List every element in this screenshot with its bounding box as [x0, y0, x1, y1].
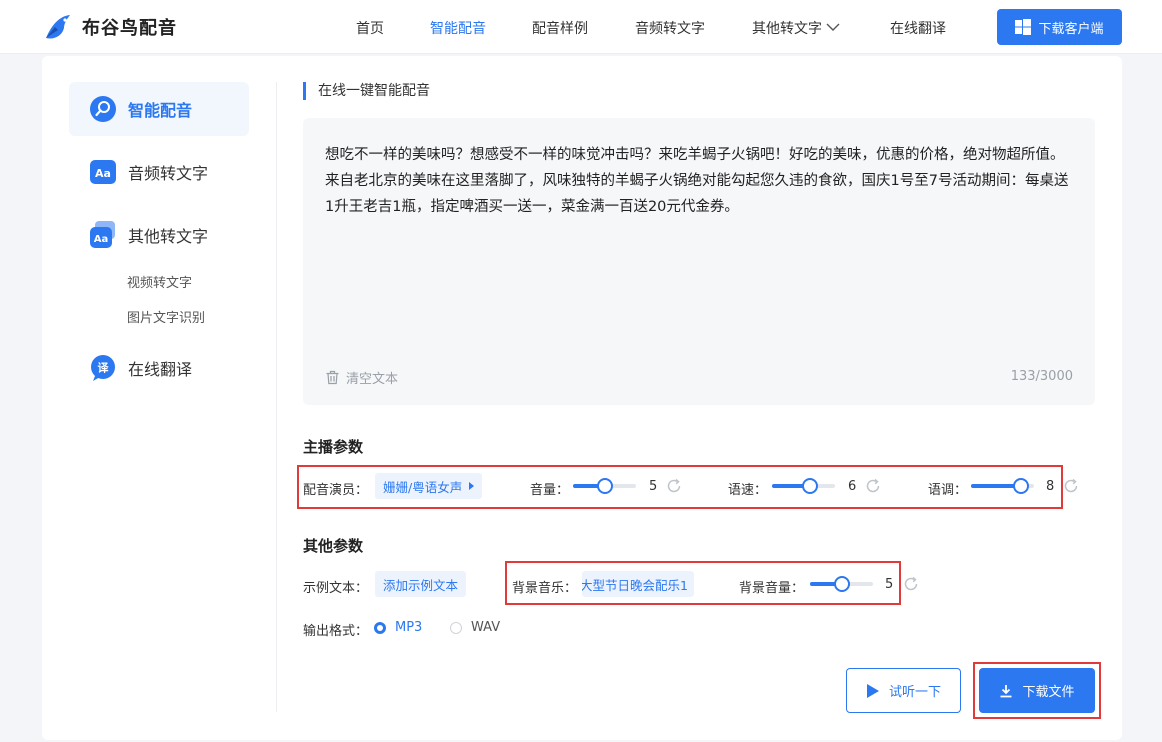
- pitch-label: 语调：: [928, 483, 968, 498]
- sidebar-item-label: 音频转文字: [128, 164, 209, 183]
- svg-text:译: 译: [98, 362, 110, 375]
- bgm-select[interactable]: 大型节日晚会配乐1: [582, 571, 694, 597]
- add-sample-text-label: 添加示例文本: [383, 577, 459, 593]
- nav-home[interactable]: 首页: [356, 18, 384, 38]
- download-client-button[interactable]: 下载客户端: [997, 9, 1122, 45]
- main-card: 智能配音 Aa 音频转文字 Aa 其他转文字 视频转文字 图片文字识别 译 在线…: [42, 56, 1122, 740]
- pitch-slider[interactable]: [971, 478, 1034, 494]
- clear-text-label: 清空文本: [346, 372, 399, 387]
- download-icon: [1000, 684, 1012, 697]
- anchor-params-title: 主播参数: [303, 438, 364, 456]
- speed-value: 6: [848, 479, 857, 494]
- microphone-icon: [90, 96, 116, 122]
- radio-dot: [374, 621, 386, 634]
- sidebar-sub-image-ocr[interactable]: 图片文字识别: [127, 307, 205, 326]
- svg-text:Aa: Aa: [94, 234, 109, 245]
- output-format-label: 输出格式：: [303, 624, 369, 639]
- sidebar-item-other-to-text[interactable]: Aa 其他转文字: [69, 208, 249, 262]
- speed-slider[interactable]: [772, 478, 835, 494]
- download-file-button[interactable]: 下载文件: [979, 668, 1095, 713]
- volume-label: 音量：: [530, 483, 570, 498]
- volume-slider[interactable]: [573, 478, 636, 494]
- nav-other-to-text-label: 其他转文字: [752, 21, 822, 37]
- voice-actor-value: 姗姗/粤语女声: [383, 479, 463, 495]
- sidebar-item-label: 其他转文字: [128, 227, 209, 246]
- format-radio-wav[interactable]: WAV: [450, 620, 500, 635]
- other-params-title: 其他参数: [303, 537, 364, 555]
- section-title: 在线一键智能配音: [303, 82, 430, 100]
- nav-dubbing-samples[interactable]: 配音样例: [532, 18, 588, 38]
- radio-label: WAV: [471, 620, 501, 635]
- nav-other-to-text[interactable]: 其他转文字: [752, 18, 840, 38]
- speed-label: 语速：: [728, 483, 768, 498]
- nav-online-translate[interactable]: 在线翻译: [890, 18, 946, 38]
- bgm-volume-label: 背景音量：: [739, 581, 805, 596]
- reset-icon[interactable]: [1063, 478, 1079, 494]
- svg-text:Aa: Aa: [95, 167, 111, 180]
- sidebar-item-online-translate[interactable]: 译 在线翻译: [69, 341, 249, 395]
- sidebar-sub-video-to-text[interactable]: 视频转文字: [127, 272, 192, 291]
- play-icon: [866, 683, 879, 698]
- download-file-label: 下载文件: [1022, 685, 1075, 700]
- reset-icon[interactable]: [666, 478, 682, 494]
- format-radio-mp3[interactable]: MP3: [374, 620, 422, 635]
- reset-icon[interactable]: [865, 478, 881, 494]
- sidebar-divider: [276, 82, 277, 712]
- cuckoo-bird-icon: [46, 15, 70, 39]
- slider-thumb[interactable]: [801, 478, 818, 494]
- char-count: 133/3000: [1010, 369, 1073, 384]
- bgm-volume-slider[interactable]: [810, 576, 873, 592]
- windows-icon: [1015, 19, 1032, 35]
- bgm-value: 大型节日晚会配乐1: [582, 577, 688, 593]
- preview-label: 试听一下: [888, 685, 941, 700]
- bgm-volume-value: 5: [885, 577, 894, 592]
- translate-bubble-icon: 译: [91, 355, 115, 381]
- add-sample-text-button[interactable]: 添加示例文本: [375, 571, 467, 597]
- voice-actor-select[interactable]: 姗姗/粤语女声: [375, 473, 483, 499]
- brand-name: 布谷鸟配音: [82, 18, 177, 39]
- caret-right-icon: [469, 482, 475, 490]
- nav-audio-to-text[interactable]: 音频转文字: [635, 18, 705, 38]
- editor-text[interactable]: 想吃不一样的美味吗？想感受不一样的味觉冲击吗？来吃羊蝎子火锅吧！好吃的美味，优惠…: [325, 142, 1075, 220]
- download-client-label: 下载客户端: [1038, 20, 1104, 36]
- radio-dot: [450, 621, 462, 634]
- radio-label: MP3: [395, 620, 423, 635]
- slider-thumb[interactable]: [596, 478, 613, 494]
- sidebar-item-smart-dubbing[interactable]: 智能配音: [69, 82, 249, 136]
- brand-logo[interactable]: 布谷鸟配音: [42, 12, 177, 42]
- voice-actor-label: 配音演员：: [303, 483, 369, 498]
- bgm-label: 背景音乐：: [512, 581, 578, 596]
- text-aa-icon: Aa: [90, 160, 116, 184]
- pitch-value: 8: [1046, 479, 1055, 494]
- preview-button[interactable]: 试听一下: [846, 668, 961, 713]
- slider-thumb[interactable]: [833, 576, 850, 592]
- sidebar-item-audio-to-text[interactable]: Aa 音频转文字: [69, 145, 249, 199]
- volume-value: 5: [649, 479, 658, 494]
- top-nav: 布谷鸟配音 首页 智能配音 配音样例 音频转文字 其他转文字 在线翻译 下载客户…: [0, 0, 1162, 54]
- text-aa-stack-icon: Aa: [90, 221, 115, 248]
- sidebar-item-label: 在线翻译: [128, 360, 193, 379]
- chevron-down-icon: [826, 23, 840, 31]
- slider-thumb[interactable]: [1013, 478, 1030, 494]
- reset-icon[interactable]: [903, 576, 919, 592]
- trash-icon: [326, 370, 339, 385]
- nav-smart-dubbing[interactable]: 智能配音: [430, 18, 486, 38]
- text-editor[interactable]: 想吃不一样的美味吗？想感受不一样的味觉冲击吗？来吃羊蝎子火锅吧！好吃的美味，优惠…: [303, 118, 1095, 405]
- sidebar-item-label: 智能配音: [128, 101, 193, 120]
- sample-text-label: 示例文本：: [303, 581, 369, 596]
- clear-text-button[interactable]: 清空文本: [325, 368, 398, 387]
